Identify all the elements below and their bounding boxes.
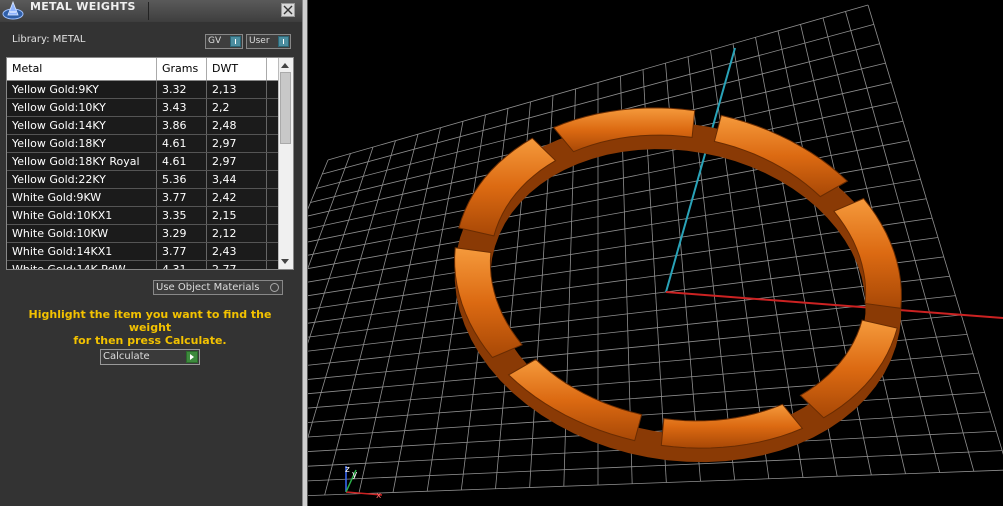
- cell-grams: 3.77: [157, 243, 207, 260]
- cell-dwt: 2,48: [207, 117, 267, 134]
- cell-grams: 3.43: [157, 99, 207, 116]
- cell-dwt: 2,43: [207, 243, 267, 260]
- cell-grams: 4.31: [157, 261, 207, 269]
- scroll-thumb[interactable]: [280, 72, 291, 144]
- cell-grams: 3.86: [157, 117, 207, 134]
- axis-triad: z y x: [345, 465, 383, 501]
- cell-grams: 3.35: [157, 207, 207, 224]
- cell-grams: 3.29: [157, 225, 207, 242]
- instruction-line-2: for then press Calculate.: [73, 334, 227, 347]
- user-label: User: [249, 36, 270, 46]
- cell-metal: Yellow Gold:18KY: [7, 135, 157, 152]
- table-row[interactable]: White Gold:14KX1 3.77 2,43: [7, 243, 279, 261]
- cell-metal: White Gold:14K PdW: [7, 261, 157, 269]
- metal-table: Metal Grams DWT Yellow Gold:9KY 3.32 2,13 Y…: [6, 57, 294, 270]
- cell-grams: 5.36: [157, 171, 207, 188]
- floor-grid: [308, 4, 1003, 497]
- cell-grams: 3.32: [157, 81, 207, 98]
- cell-dwt: 2,15: [207, 207, 267, 224]
- table-row[interactable]: White Gold:9KW 3.77 2,42: [7, 189, 279, 207]
- user-toggle-icon: [278, 36, 289, 47]
- use-object-materials-label: Use Object Materials: [156, 282, 260, 293]
- column-header-grams[interactable]: Grams: [157, 58, 207, 80]
- panel-titlebar: METAL WEIGHTS: [0, 0, 302, 22]
- cell-metal: White Gold:9KW: [7, 189, 157, 206]
- play-icon: [186, 351, 198, 363]
- cell-metal: White Gold:10KX1: [7, 207, 157, 224]
- cell-dwt: 2,97: [207, 135, 267, 152]
- cell-grams: 4.61: [157, 135, 207, 152]
- close-button[interactable]: [281, 3, 295, 17]
- viewport-canvas: z y x: [308, 4, 1003, 501]
- use-object-materials-toggle[interactable]: Use Object Materials: [153, 280, 283, 295]
- triad-x-label: x: [376, 491, 382, 501]
- cell-metal: Yellow Gold:14KY: [7, 117, 157, 134]
- cell-dwt: 3,44: [207, 171, 267, 188]
- gv-toggle-icon: [230, 36, 241, 47]
- table-row[interactable]: Yellow Gold:18KY Royal 4.61 2,97: [7, 153, 279, 171]
- scroll-down-icon[interactable]: [281, 259, 289, 264]
- table-row[interactable]: Yellow Gold:18KY 4.61 2,97: [7, 135, 279, 153]
- cell-metal: Yellow Gold:22KY: [7, 171, 157, 188]
- table-row[interactable]: White Gold:10KW 3.29 2,12: [7, 225, 279, 243]
- bracelet-link[interactable]: [458, 137, 557, 237]
- triad-z-label: z: [345, 465, 350, 475]
- table-scrollbar[interactable]: [278, 58, 293, 269]
- cell-dwt: 2,13: [207, 81, 267, 98]
- cell-metal: Yellow Gold:10KY: [7, 99, 157, 116]
- cell-dwt: 2,42: [207, 189, 267, 206]
- triad-y-label: y: [352, 470, 358, 480]
- table-row[interactable]: Yellow Gold:10KY 3.43 2,2: [7, 99, 279, 117]
- cell-dwt: 2,97: [207, 153, 267, 170]
- column-header-dwt[interactable]: DWT: [207, 58, 267, 80]
- title-separator: [148, 2, 149, 20]
- cell-dwt: 2,77: [207, 261, 267, 269]
- 3d-viewport[interactable]: z y x: [308, 0, 1003, 506]
- radio-icon: [270, 283, 279, 292]
- app-logo-icon: [2, 1, 24, 20]
- close-icon: [283, 5, 293, 15]
- calculate-button[interactable]: Calculate: [100, 349, 200, 365]
- gv-toggle-button[interactable]: GV: [205, 34, 243, 49]
- y-axis-line: [665, 47, 736, 293]
- cell-metal: Yellow Gold:18KY Royal: [7, 153, 157, 170]
- grid-line: [308, 146, 374, 344]
- table-row[interactable]: Yellow Gold:9KY 3.32 2,13: [7, 81, 279, 99]
- table-row[interactable]: Yellow Gold:22KY 5.36 3,44: [7, 171, 279, 189]
- cell-metal: White Gold:14KX1: [7, 243, 157, 260]
- panel-title: METAL WEIGHTS: [30, 0, 136, 13]
- table-row[interactable]: White Gold:14K PdW 4.31 2,77: [7, 261, 279, 269]
- cell-dwt: 2,12: [207, 225, 267, 242]
- cell-grams: 3.77: [157, 189, 207, 206]
- instruction-line-1: Highlight the item you want to find the …: [28, 308, 272, 334]
- user-toggle-button[interactable]: User: [246, 34, 291, 49]
- metal-weights-panel: METAL WEIGHTS Library: METAL GV User Met…: [0, 0, 302, 506]
- scroll-up-icon[interactable]: [281, 63, 289, 68]
- cell-dwt: 2,2: [207, 99, 267, 116]
- cell-grams: 4.61: [157, 153, 207, 170]
- column-header-metal[interactable]: Metal: [7, 58, 157, 80]
- instruction-text: Highlight the item you want to find the …: [14, 308, 286, 347]
- calculate-label: Calculate: [103, 351, 150, 362]
- grid-line: [308, 469, 1003, 497]
- table-row[interactable]: Yellow Gold:14KY 3.86 2,48: [7, 117, 279, 135]
- grid-line: [308, 159, 329, 210]
- cell-metal: Yellow Gold:9KY: [7, 81, 157, 98]
- table-row[interactable]: White Gold:10KX1 3.35 2,15: [7, 207, 279, 225]
- table-body: Yellow Gold:9KY 3.32 2,13 Yellow Gold:10KY 3…: [7, 81, 279, 269]
- grid-line: [308, 140, 396, 439]
- gv-label: GV: [208, 36, 222, 46]
- library-label: Library: METAL: [12, 34, 86, 45]
- bracelet-model[interactable]: [454, 107, 902, 463]
- bracelet-link[interactable]: [833, 197, 902, 309]
- cell-metal: White Gold:10KW: [7, 225, 157, 242]
- table-header: Metal Grams DWT: [7, 58, 279, 81]
- grid-line: [308, 153, 351, 270]
